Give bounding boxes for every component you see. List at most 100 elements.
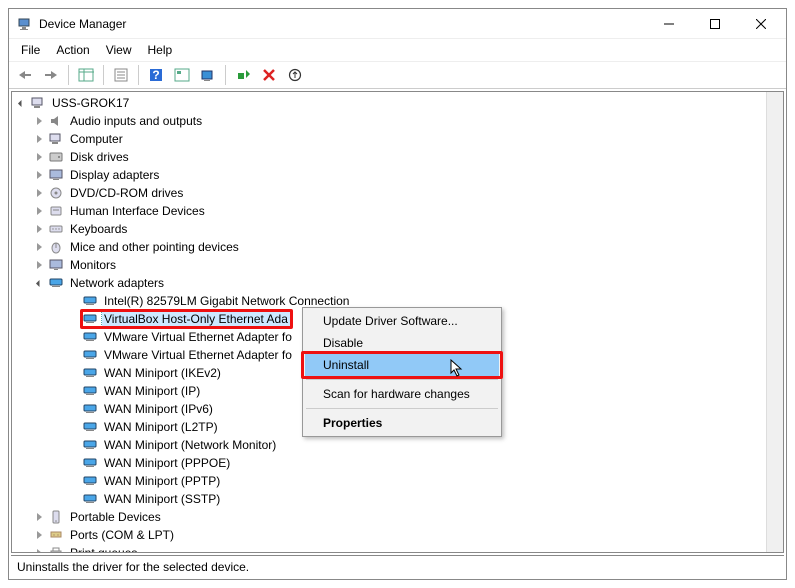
device-icon xyxy=(82,383,98,399)
tree-category[interactable]: DVD/CD-ROM drives xyxy=(12,184,766,202)
twisty-icon[interactable] xyxy=(32,240,46,254)
properties-button[interactable] xyxy=(109,63,133,87)
tree-device[interactable]: WAN Miniport (SSTP) xyxy=(12,490,766,508)
node-label: Portable Devices xyxy=(68,510,163,524)
vertical-scrollbar[interactable] xyxy=(766,92,783,552)
device-icon xyxy=(48,131,64,147)
menu-view[interactable]: View xyxy=(98,41,140,59)
tree-category[interactable]: Print queues xyxy=(12,544,766,552)
node-label: Audio inputs and outputs xyxy=(68,114,204,128)
device-icon xyxy=(48,167,64,183)
window-title: Device Manager xyxy=(39,17,646,31)
device-icon xyxy=(82,491,98,507)
context-menu: Update Driver Software... Disable Uninst… xyxy=(302,307,502,437)
node-label: WAN Miniport (L2TP) xyxy=(102,420,220,434)
device-icon xyxy=(82,455,98,471)
twisty-icon[interactable] xyxy=(32,168,46,182)
node-label: Network adapters xyxy=(68,276,166,290)
node-label: VMware Virtual Ethernet Adapter fo xyxy=(102,348,294,362)
node-label: VMware Virtual Ethernet Adapter fo xyxy=(102,330,294,344)
titlebar: Device Manager xyxy=(9,9,786,39)
device-icon xyxy=(82,419,98,435)
twisty-icon[interactable] xyxy=(32,276,46,290)
scan-hardware-button[interactable] xyxy=(196,63,220,87)
twisty-icon[interactable] xyxy=(32,222,46,236)
close-button[interactable] xyxy=(738,10,784,38)
help-button[interactable]: ? xyxy=(144,63,168,87)
tree-category[interactable]: Portable Devices xyxy=(12,508,766,526)
tree-category[interactable]: Monitors xyxy=(12,256,766,274)
twisty-icon[interactable] xyxy=(14,96,28,110)
enable-device-button[interactable] xyxy=(231,63,255,87)
node-label: WAN Miniport (IKEv2) xyxy=(102,366,223,380)
twisty-icon[interactable] xyxy=(32,186,46,200)
highlight-box xyxy=(80,309,293,329)
device-icon xyxy=(48,257,64,273)
tree-root[interactable]: USS-GROK17 xyxy=(12,94,766,112)
twisty-icon[interactable] xyxy=(32,510,46,524)
tree-category[interactable]: Ports (COM & LPT) xyxy=(12,526,766,544)
toolbar-separator xyxy=(225,65,226,85)
toolbar-separator xyxy=(138,65,139,85)
node-label: WAN Miniport (IPv6) xyxy=(102,402,215,416)
tree-category[interactable]: Human Interface Devices xyxy=(12,202,766,220)
device-icon xyxy=(82,437,98,453)
disable-device-button[interactable] xyxy=(283,63,307,87)
ctx-separator xyxy=(306,408,498,409)
twisty-icon[interactable] xyxy=(32,546,46,552)
node-label: Mice and other pointing devices xyxy=(68,240,241,254)
device-icon xyxy=(82,365,98,381)
device-icon xyxy=(48,149,64,165)
twisty-icon[interactable] xyxy=(32,114,46,128)
tree-category[interactable]: Keyboards xyxy=(12,220,766,238)
show-hide-tree-button[interactable] xyxy=(74,63,98,87)
tree-device[interactable]: WAN Miniport (Network Monitor) xyxy=(12,436,766,454)
twisty-icon[interactable] xyxy=(32,132,46,146)
node-label: WAN Miniport (PPTP) xyxy=(102,474,222,488)
app-icon xyxy=(17,16,33,32)
tree-category[interactable]: Mice and other pointing devices xyxy=(12,238,766,256)
tree-category[interactable]: Disk drives xyxy=(12,148,766,166)
minimize-button[interactable] xyxy=(646,10,692,38)
device-icon xyxy=(48,239,64,255)
twisty-icon[interactable] xyxy=(32,150,46,164)
device-icon xyxy=(82,329,98,345)
node-label: Print queues xyxy=(68,546,139,552)
device-icon xyxy=(48,185,64,201)
device-icon xyxy=(48,509,64,525)
device-icon xyxy=(82,347,98,363)
menu-help[interactable]: Help xyxy=(140,41,181,59)
device-icon xyxy=(48,113,64,129)
tree-device[interactable]: WAN Miniport (PPPOE) xyxy=(12,454,766,472)
maximize-button[interactable] xyxy=(692,10,738,38)
nav-forward-button[interactable] xyxy=(39,63,63,87)
tree-category[interactable]: Audio inputs and outputs xyxy=(12,112,766,130)
twisty-icon[interactable] xyxy=(32,204,46,218)
toolbar: ? xyxy=(9,61,786,89)
tree-category-network[interactable]: Network adapters xyxy=(12,274,766,292)
ctx-update-driver[interactable]: Update Driver Software... xyxy=(305,310,499,332)
twisty-icon[interactable] xyxy=(32,528,46,542)
device-icon xyxy=(48,545,64,552)
network-icon xyxy=(48,275,64,291)
twisty-icon[interactable] xyxy=(32,258,46,272)
tree-category[interactable]: Computer xyxy=(12,130,766,148)
ctx-properties[interactable]: Properties xyxy=(305,412,499,434)
nav-back-button[interactable] xyxy=(13,63,37,87)
menu-file[interactable]: File xyxy=(13,41,48,59)
menu-action[interactable]: Action xyxy=(48,41,97,59)
ctx-separator xyxy=(306,379,498,380)
device-icon xyxy=(48,527,64,543)
tree-device[interactable]: WAN Miniport (PPTP) xyxy=(12,472,766,490)
ctx-scan-hardware[interactable]: Scan for hardware changes xyxy=(305,383,499,405)
tree-category[interactable]: Display adapters xyxy=(12,166,766,184)
uninstall-device-button[interactable] xyxy=(257,63,281,87)
node-label: WAN Miniport (SSTP) xyxy=(102,492,222,506)
status-text: Uninstalls the driver for the selected d… xyxy=(17,560,249,574)
update-driver-button[interactable] xyxy=(170,63,194,87)
highlight-box xyxy=(301,351,503,379)
node-label: WAN Miniport (IP) xyxy=(102,384,202,398)
node-label: Intel(R) 82579LM Gigabit Network Connect… xyxy=(102,294,351,308)
node-label: Computer xyxy=(68,132,125,146)
statusbar: Uninstalls the driver for the selected d… xyxy=(11,555,784,577)
